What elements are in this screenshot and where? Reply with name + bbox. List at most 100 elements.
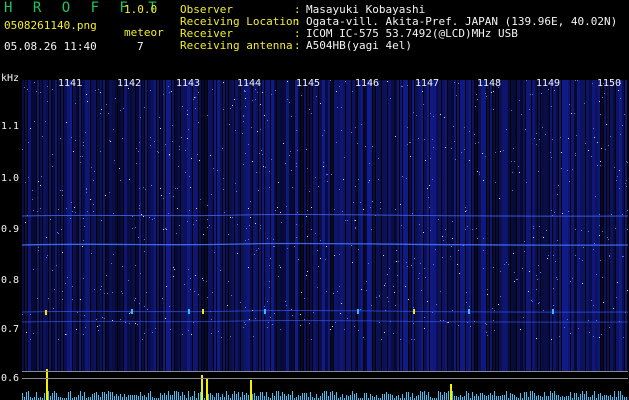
spectrogram-noise-dot	[91, 253, 92, 254]
spectrogram-noise-dot	[570, 281, 571, 282]
spectrogram-column	[136, 80, 139, 372]
spectrogram-noise-dot	[144, 251, 145, 252]
spectrogram-noise-dot	[107, 293, 108, 294]
spectrogram-noise-dot	[379, 322, 380, 323]
spectrogram-noise-dot	[478, 142, 479, 143]
meteor-label: meteor	[124, 26, 164, 39]
spectrogram-noise-dot	[62, 299, 63, 300]
amplitude-trace	[602, 396, 603, 400]
spectrogram-noise-dot	[608, 145, 609, 146]
spectrogram-noise-dot	[135, 323, 136, 324]
spectrogram-noise-dot	[347, 318, 348, 319]
spectrogram-noise-dot	[198, 92, 199, 93]
spectrogram-noise-dot	[341, 130, 342, 131]
amplitude-trace	[292, 391, 293, 400]
spectrogram-noise-dot	[355, 220, 356, 221]
spectrogram-noise-dot	[624, 114, 625, 115]
spectrogram-noise-dot	[477, 238, 478, 239]
spectrogram-noise-dot	[379, 295, 380, 296]
spectrogram-noise-dot	[263, 166, 264, 167]
spectrogram-noise-dot	[47, 101, 48, 102]
spectrogram-noise-dot	[427, 188, 428, 189]
amplitude-trace	[302, 393, 303, 400]
spectrogram-noise-dot	[341, 107, 342, 108]
spectrogram-noise-dot	[306, 275, 307, 276]
spectrogram-noise-dot	[52, 270, 53, 271]
spectrogram-noise-dot	[195, 97, 196, 98]
spectrogram-noise-dot	[325, 259, 326, 260]
spectrogram-noise-dot	[326, 174, 327, 175]
spectrogram-noise-dot	[162, 298, 163, 299]
amplitude-trace	[474, 396, 475, 400]
spectrogram-noise-dot	[173, 267, 174, 268]
spectrogram-noise-dot	[529, 271, 530, 272]
spectrogram-noise-dot	[599, 235, 600, 236]
spectrogram-noise-dot	[416, 115, 417, 116]
spectrogram-noise-dot	[451, 246, 452, 247]
spectrogram-noise-dot	[588, 231, 589, 232]
amplitude-trace	[198, 393, 199, 400]
amplitude-trace	[452, 391, 453, 400]
amplitude-trace	[512, 394, 513, 400]
spectrogram-column	[481, 80, 484, 372]
spectrogram-noise-dot	[141, 214, 142, 215]
spectrogram-noise-dot	[334, 209, 335, 210]
amplitude-trace	[396, 396, 397, 400]
amplitude-trace	[310, 392, 311, 400]
amplitude-trace	[262, 392, 263, 400]
spectrogram-noise-dot	[270, 258, 271, 259]
spectrogram-noise-dot	[191, 334, 192, 335]
spectrogram-column	[262, 80, 264, 372]
amplitude-trace	[342, 394, 343, 400]
spectrogram-noise-dot	[267, 238, 268, 239]
spectrogram-column	[256, 80, 258, 372]
spectrogram-column	[304, 80, 306, 372]
spectrogram-noise-dot	[572, 278, 573, 279]
spectrogram-noise-dot	[465, 229, 466, 230]
spectrogram-noise-dot	[512, 172, 513, 173]
amplitude-trace	[212, 395, 213, 400]
spectrogram-noise-dot	[514, 281, 515, 282]
spectrogram-noise-dot	[627, 229, 628, 230]
spectrogram-noise-dot	[46, 257, 47, 258]
spectrogram-column	[127, 80, 130, 372]
amplitude-trace	[500, 396, 501, 400]
amplitude-trace	[298, 395, 299, 400]
spectrogram-noise-dot	[188, 129, 189, 130]
spectrogram-column	[505, 80, 508, 372]
spectrogram-column	[301, 80, 303, 372]
spectrogram-noise-dot	[512, 190, 513, 191]
spectrogram-column	[478, 80, 481, 372]
spectrogram-noise-dot	[620, 134, 621, 135]
spectrogram-noise-dot	[322, 135, 323, 136]
spectrogram-noise-dot	[408, 299, 409, 300]
spectrogram-noise-dot	[388, 301, 389, 302]
spectrogram-noise-dot	[551, 339, 552, 340]
spectrogram-noise-dot	[40, 185, 41, 186]
spectrogram-noise-dot	[106, 104, 107, 105]
spectrogram-noise-dot	[464, 149, 465, 150]
spectrogram-column	[277, 80, 280, 372]
spectrogram-noise-dot	[317, 287, 318, 288]
amplitude-trace	[468, 393, 469, 400]
spectrogram-noise-dot	[452, 238, 453, 239]
spectrogram-noise-dot	[26, 332, 27, 333]
spectrogram-noise-dot	[406, 262, 407, 263]
spectrogram-noise-dot	[358, 330, 359, 331]
spectrogram-noise-dot	[575, 255, 576, 256]
amplitude-trace	[584, 394, 585, 400]
spectrogram-noise-dot	[318, 186, 319, 187]
spectrogram-noise-dot	[193, 224, 194, 225]
spectrogram-noise-dot	[56, 265, 57, 266]
spectrogram-noise-dot	[534, 138, 535, 139]
spectrogram-noise-dot	[334, 255, 335, 256]
spectrogram-noise-dot	[292, 315, 293, 316]
spectrogram-noise-dot	[280, 267, 281, 268]
spectrogram-noise-dot	[22, 314, 23, 315]
spectrogram-column	[52, 80, 55, 372]
spectrogram-noise-dot	[248, 267, 249, 268]
amplitude-trace	[110, 392, 111, 400]
spectrogram-noise-dot	[383, 255, 384, 256]
spectrogram-column	[391, 80, 394, 372]
spectrogram-noise-dot	[114, 160, 115, 161]
